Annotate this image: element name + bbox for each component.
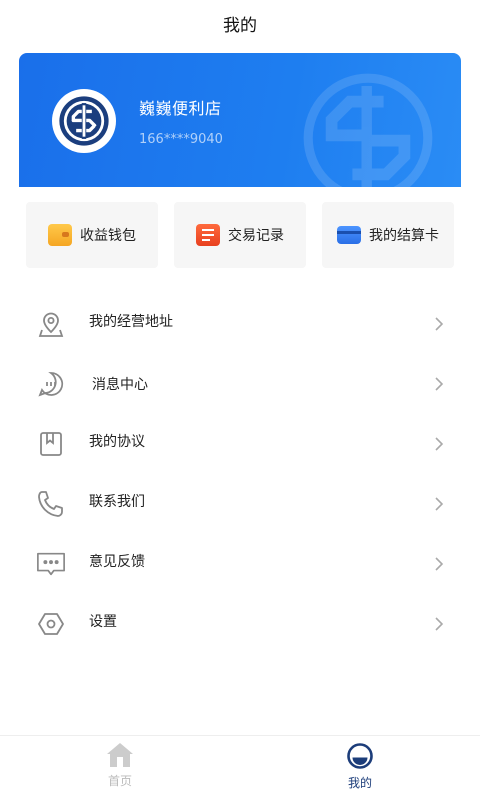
menu-item-label: 我的经营地址 [89,314,173,330]
location-icon [36,309,66,339]
transaction-record-icon [196,224,220,246]
store-name: 巍巍便利店 [139,99,222,118]
menu-item-contact-us[interactable]: 联系我们 [0,474,480,534]
wallet-button[interactable]: 收益钱包 [26,202,158,268]
page-title: 我的 [223,15,257,36]
phone-icon [36,489,66,519]
settlement-card-button[interactable]: 我的结算卡 [322,202,454,268]
transaction-record-label: 交易记录 [228,228,284,244]
chevron-right-icon [435,377,444,391]
chevron-right-icon [435,557,444,571]
menu-item-label: 消息中心 [92,377,148,393]
message-icon [36,369,66,399]
brand-watermark-icon [303,73,433,187]
bottom-tab-bar: 首页 我的 [0,735,480,800]
profile-card[interactable]: 巍巍便利店 166****9040 [19,53,461,187]
menu-item-business-address[interactable]: 我的经营地址 [0,294,480,354]
menu-item-settings[interactable]: 设置 [0,594,480,654]
menu-item-agreement[interactable]: 我的协议 [0,414,480,474]
store-phone: 166****9040 [139,132,223,147]
profile-icon [347,743,373,769]
wallet-icon [48,224,72,246]
wallet-label: 收益钱包 [80,228,136,244]
tab-mine-label: 我的 [347,776,372,790]
agreement-icon [36,429,66,459]
chevron-right-icon [435,317,444,331]
tab-home-label: 首页 [107,774,132,788]
transaction-record-button[interactable]: 交易记录 [174,202,306,268]
menu-list: 我的经营地址 消息中心 我的协议 联系我们 意见反馈 设置 [0,294,480,654]
menu-item-label: 联系我们 [89,494,145,510]
menu-item-label: 设置 [89,614,117,630]
home-icon [107,743,133,767]
chevron-right-icon [435,617,444,631]
chevron-right-icon [435,437,444,451]
tab-mine[interactable]: 我的 [240,736,480,800]
avatar[interactable] [52,89,116,153]
menu-item-label: 意见反馈 [89,554,145,570]
feedback-icon [36,549,66,579]
brand-logo-icon [59,96,109,146]
settlement-card-label: 我的结算卡 [369,228,439,244]
tab-home[interactable]: 首页 [0,736,240,800]
chevron-right-icon [435,497,444,511]
quick-actions: 收益钱包 交易记录 我的结算卡 [26,202,454,268]
menu-item-label: 我的协议 [89,434,145,450]
menu-item-message-center[interactable]: 消息中心 [0,354,480,414]
menu-item-feedback[interactable]: 意见反馈 [0,534,480,594]
bank-card-icon [337,226,361,244]
settings-icon [36,609,66,639]
